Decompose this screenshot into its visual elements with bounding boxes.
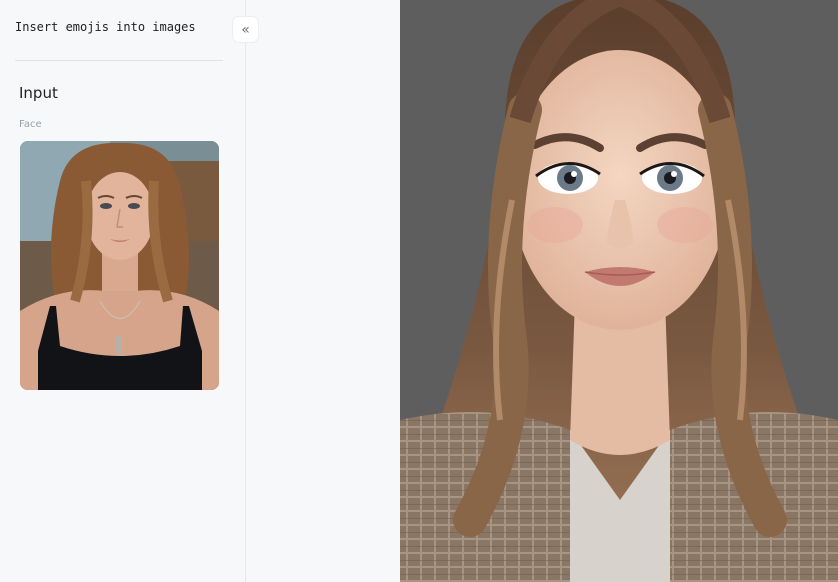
emoji-portrait [400,0,838,582]
sidebar: Insert emojis into images Input Face [0,0,246,582]
collapse-sidebar-button[interactable]: « [232,16,259,43]
input-section-title: Input [19,84,58,102]
app-title: Insert emojis into images [15,20,196,34]
main-area [246,0,400,582]
divider [15,60,223,61]
chevrons-left-icon: « [241,21,250,38]
face-field-label: Face [19,119,42,130]
face-photo [20,141,219,390]
face-input-image[interactable] [20,141,219,390]
output-image[interactable] [400,0,838,582]
